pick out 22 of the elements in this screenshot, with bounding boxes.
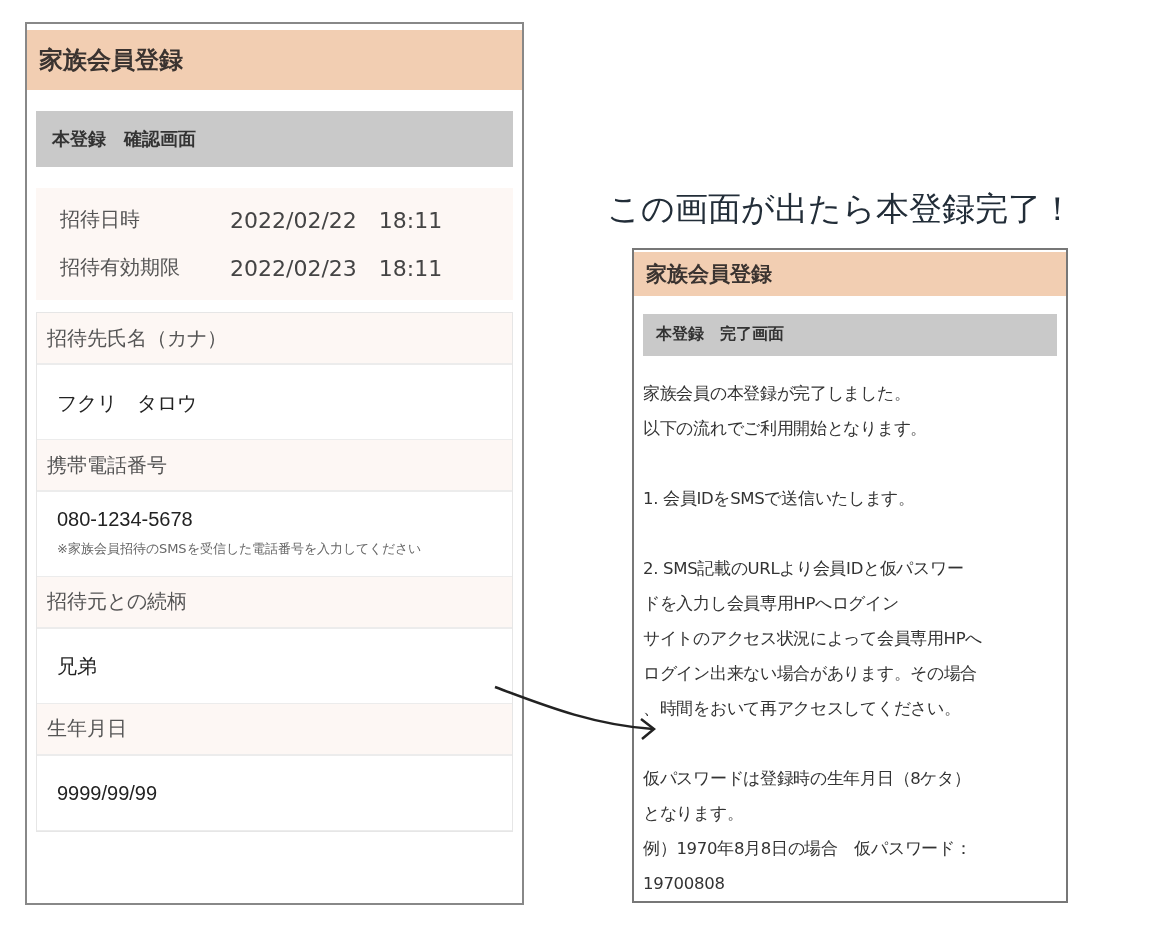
field-label: 招待元との続柄: [37, 576, 512, 629]
info-value: 2022/02/22 18:11: [230, 207, 444, 235]
screen-title: 家族会員登録: [634, 252, 1066, 296]
section-title: 本登録 完了画面: [643, 313, 1057, 356]
message-paragraph: 2. SMS記載のURLより会員IDと仮パスワー ドを入力し会員専用HPへログイン サイトのアクセス状況によって会員専用HPへ ログイン出来ない場合があります。その場合 、時間をおいて再アクセスしてください。: [643, 558, 984, 720]
field-label: 生年月日: [37, 703, 512, 756]
field-label: 招待先氏名（カナ）: [37, 313, 512, 365]
field-value: フクリ タロウ: [57, 390, 198, 416]
field-value: 兄弟: [57, 654, 98, 680]
field-label: 携帯電話番号: [37, 440, 512, 492]
screen-title: 家族会員登録: [27, 30, 522, 90]
section-title: 本登録 確認画面: [36, 111, 513, 167]
message-paragraph: 仮パスワードは登録時の生年月日（8ケタ） となります。 例）1970年8月8日の場合 仮パスワード： 19700808: [643, 768, 973, 895]
message-paragraph: 家族会員の本登録が完了しました。 以下の流れでご利用開始となります。: [643, 383, 928, 440]
field-value: 080-1234-5678: [57, 508, 194, 531]
field-note: ※家族会員招待のSMSを受信した電話番号を入力してください: [57, 540, 422, 558]
info-label: 招待有効期限: [60, 254, 181, 281]
info-label: 招待日時: [60, 206, 141, 233]
field-value: 9999/99/99: [57, 782, 159, 806]
caption: この画面が出たら本登録完了！: [607, 188, 1074, 230]
message-paragraph: 1. 会員IDをSMSで送信いたします。: [643, 488, 916, 510]
info-value: 2022/02/23 18:11: [230, 255, 444, 283]
